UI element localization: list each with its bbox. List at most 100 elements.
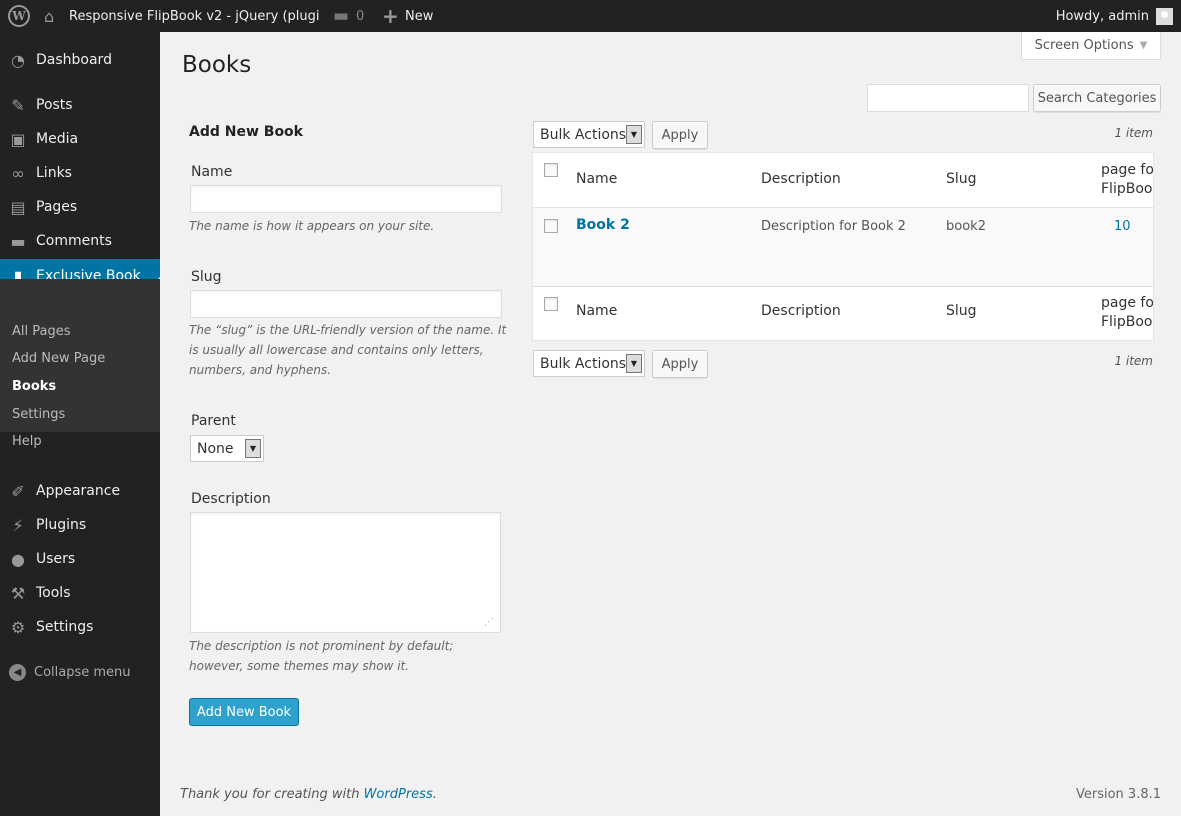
link-icon: ∞ <box>11 163 25 183</box>
admin-bar: W ⌂ Responsive FlipBook v2 - jQuery (plu… <box>0 0 1181 32</box>
column-footer-slug[interactable]: Slug <box>946 303 977 319</box>
dropdown-arrow-icon: ▼ <box>626 125 642 144</box>
submenu-books[interactable]: Books <box>12 379 56 394</box>
menu-label: Dashboard <box>36 52 112 68</box>
page-title: Books <box>182 52 252 78</box>
screen-options-label: Screen Options <box>1034 38 1134 53</box>
admin-sidebar: ◔ Dashboard ✎ Posts ▣ Media ∞ Links ▤ Pa… <box>0 32 160 816</box>
dropdown-arrow-icon: ▼ <box>626 354 642 373</box>
collapse-label: Collapse menu <box>34 664 131 680</box>
select-all-checkbox-bottom[interactable] <box>544 297 558 311</box>
menu-item-media[interactable]: ▣ Media <box>0 122 160 156</box>
menu-label: Plugins <box>36 517 87 533</box>
plus-icon[interactable]: + <box>382 0 399 32</box>
add-new-book-button[interactable]: Add New Book <box>189 698 299 726</box>
dropdown-arrow-icon: ▼ <box>245 439 261 458</box>
search-input[interactable] <box>867 84 1029 112</box>
column-header-description[interactable]: Description <box>761 171 841 187</box>
bulk-actions-select-top[interactable]: Bulk Actions ▼ <box>533 121 645 148</box>
column-footer-name[interactable]: Name <box>576 303 617 319</box>
wrench-icon: ⚒ <box>10 583 26 603</box>
submenu-add-new-page[interactable]: Add New Page <box>12 351 105 366</box>
caret-down-icon: ▼ <box>1139 40 1148 51</box>
book-count-link[interactable]: 10 <box>1114 219 1131 234</box>
menu-label: Tools <box>36 585 71 601</box>
brush-icon: ✐ <box>11 481 25 501</box>
book-slug: book2 <box>946 219 986 234</box>
footer-thanks-suffix: . <box>432 787 437 802</box>
collapse-arrow-icon: ◀ <box>9 663 26 681</box>
divider <box>533 286 1153 287</box>
column-footer-page-for-flipbook[interactable]: page for FlipBook <box>1101 294 1153 332</box>
name-help: The name is how it appears on your site. <box>189 219 435 233</box>
user-icon: ● <box>11 549 25 569</box>
apply-button-bottom[interactable]: Apply <box>652 350 708 378</box>
description-help: The description is not prominent by defa… <box>189 639 454 673</box>
new-content-link[interactable]: New <box>405 0 433 32</box>
submenu-all-pages[interactable]: All Pages <box>12 324 71 339</box>
menu-item-links[interactable]: ∞ Links <box>0 156 160 190</box>
comment-bubble-icon[interactable]: ▬ <box>333 0 349 32</box>
search-categories-button[interactable]: Search Categories <box>1033 84 1161 112</box>
submenu-help[interactable]: Help <box>12 434 42 449</box>
comment-icon: ▬ <box>10 231 26 251</box>
bulk-actions-select-bottom[interactable]: Bulk Actions ▼ <box>533 350 645 377</box>
parent-select[interactable]: None ▼ <box>190 435 264 462</box>
menu-label: Appearance <box>36 483 121 499</box>
apply-button-top[interactable]: Apply <box>652 121 708 149</box>
menu-label: Media <box>36 131 79 147</box>
description-label: Description <box>191 491 271 507</box>
menu-item-settings[interactable]: ⚙ Settings <box>0 610 160 644</box>
wordpress-link[interactable]: WordPress <box>364 787 433 802</box>
menu-item-comments[interactable]: ▬ Comments <box>0 224 160 258</box>
menu-label: Settings <box>36 619 94 635</box>
menu-item-tools[interactable]: ⚒ Tools <box>0 576 160 610</box>
description-textarea[interactable]: ⋰ <box>190 512 501 633</box>
footer-thanks-text: Thank you for creating with <box>180 787 364 802</box>
book-name-link[interactable]: Book 2 <box>576 217 630 233</box>
menu-item-posts[interactable]: ✎ Posts <box>0 88 160 122</box>
bulk-actions-value: Bulk Actions <box>540 355 627 372</box>
slug-help: The “slug” is the URL-friendly version o… <box>189 323 507 377</box>
wordpress-logo-icon[interactable]: W <box>8 5 30 27</box>
dashboard-icon: ◔ <box>11 50 25 70</box>
column-header-name[interactable]: Name <box>576 171 617 187</box>
site-name-link[interactable]: Responsive FlipBook v2 - jQuery (plugin.… <box>69 0 319 32</box>
item-count-top: 1 item <box>1114 126 1153 140</box>
plug-icon: ⚡ <box>12 515 24 535</box>
name-field[interactable] <box>190 185 502 213</box>
menu-item-appearance[interactable]: ✐ Appearance <box>0 474 160 508</box>
parent-label: Parent <box>191 413 236 429</box>
collapse-menu-button[interactable]: ◀ Collapse menu <box>0 655 160 689</box>
divider <box>533 207 1153 208</box>
resize-grip-icon[interactable]: ⋰ <box>484 617 494 628</box>
menu-item-users[interactable]: ● Users <box>0 542 160 576</box>
book-description: Description for Book 2 <box>761 219 906 234</box>
menu-label: Posts <box>36 97 73 113</box>
column-header-page-for-flipbook[interactable]: page for FlipBook <box>1101 161 1153 199</box>
comment-count[interactable]: 0 <box>356 0 364 32</box>
slug-field[interactable] <box>190 290 502 318</box>
footer-thanks: Thank you for creating with WordPress. <box>180 787 437 802</box>
menu-item-plugins[interactable]: ⚡ Plugins <box>0 508 160 542</box>
menu-label: Pages <box>36 199 78 215</box>
pin-icon: ✎ <box>11 95 25 115</box>
select-all-checkbox-top[interactable] <box>544 163 558 177</box>
menu-item-pages[interactable]: ▤ Pages <box>0 190 160 224</box>
howdy-user-link[interactable]: Howdy, admin <box>1056 0 1149 32</box>
slug-label: Slug <box>191 269 222 285</box>
media-icon: ▣ <box>10 129 26 149</box>
column-footer-description[interactable]: Description <box>761 303 841 319</box>
name-label: Name <box>191 164 233 180</box>
submenu-settings[interactable]: Settings <box>12 407 65 422</box>
row-checkbox[interactable] <box>544 219 558 233</box>
version-text: Version 3.8.1 <box>1075 787 1161 802</box>
menu-item-dashboard[interactable]: ◔ Dashboard <box>0 43 160 77</box>
menu-label: Comments <box>36 233 112 249</box>
column-header-slug[interactable]: Slug <box>946 171 977 187</box>
submenu: All Pages Add New Page Books Settings He… <box>0 279 160 449</box>
avatar[interactable] <box>1156 8 1173 25</box>
form-title: Add New Book <box>189 124 303 140</box>
home-icon[interactable]: ⌂ <box>44 0 54 32</box>
screen-options-button[interactable]: Screen Options ▼ <box>1021 32 1161 60</box>
